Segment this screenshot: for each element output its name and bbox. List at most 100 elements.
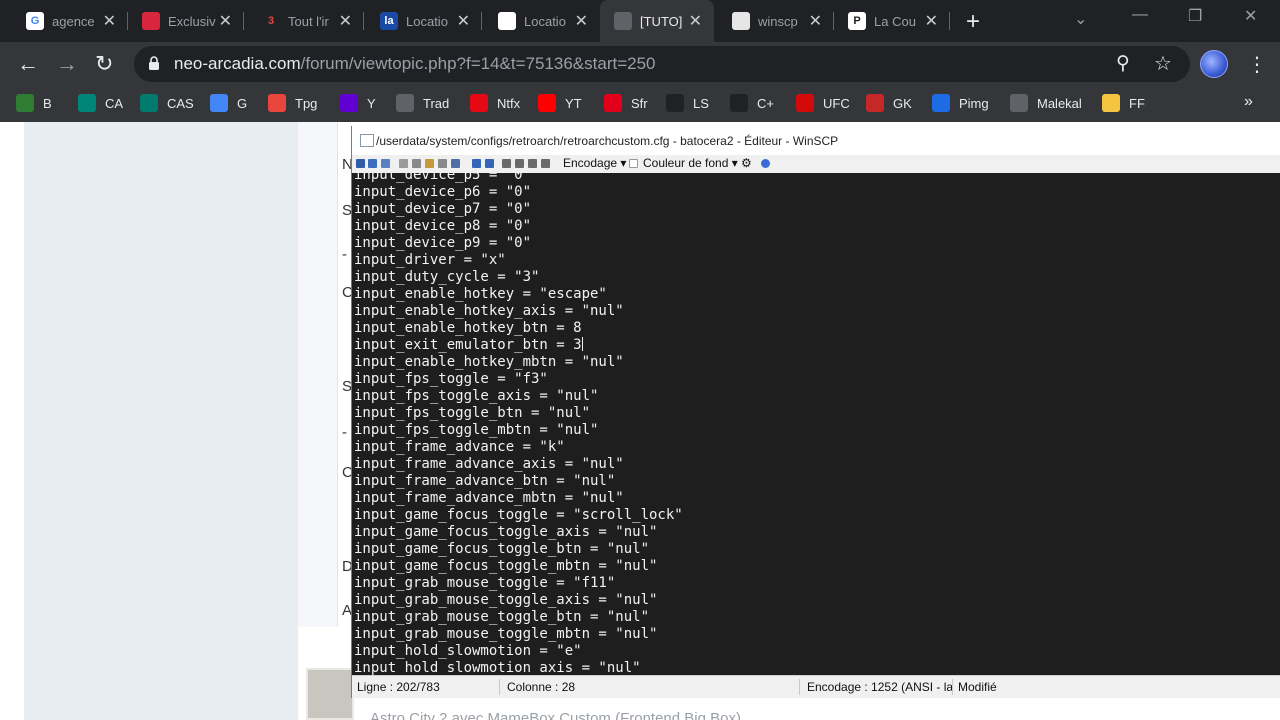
find-icon[interactable]	[502, 159, 511, 168]
editor-line[interactable]: input_grab_mouse_toggle_mbtn = "nul"	[354, 626, 683, 643]
bookmark-item[interactable]: C+	[730, 94, 774, 112]
editor-line[interactable]: input_game_focus_toggle_mbtn = "nul"	[354, 558, 683, 575]
bookmark-item[interactable]: G	[210, 94, 247, 112]
tab-close-icon[interactable]: ✕	[809, 11, 822, 31]
browser-tab[interactable]: 3 Tout l'ir ✕	[248, 0, 364, 42]
bookmark-item[interactable]: Pimg	[932, 94, 989, 112]
editor-line[interactable]: input_hold_slowmotion = "e"	[354, 643, 683, 660]
bookmark-star-icon[interactable]: ☆	[1154, 51, 1172, 76]
editor-line[interactable]: input_enable_hotkey_axis = "nul"	[354, 303, 683, 320]
cut-icon[interactable]	[399, 159, 408, 168]
help-icon[interactable]	[761, 159, 770, 168]
bookmark-item[interactable]: Malekal	[1010, 94, 1082, 112]
background-color-menu[interactable]: Couleur de fond ▾	[643, 156, 738, 170]
replace-icon[interactable]	[515, 159, 524, 168]
menu-kebab-icon[interactable]: ⋮	[1247, 52, 1267, 77]
url-text[interactable]: neo-arcadia.com/forum/viewtopic.php?f=14…	[174, 54, 656, 74]
editor-line[interactable]: input_frame_advance_axis = "nul"	[354, 456, 683, 473]
bookmark-item[interactable]: Trad	[396, 94, 449, 112]
browser-tab[interactable]: la Locatio ✕	[366, 0, 482, 42]
close-window-icon[interactable]: ✕	[1244, 6, 1257, 26]
restore-icon[interactable]: ❐	[1188, 6, 1202, 26]
editor-line[interactable]: input_device_p9 = "0"	[354, 235, 683, 252]
editor-line[interactable]: input_enable_hotkey = "escape"	[354, 286, 683, 303]
editor-line[interactable]: input_device_p7 = "0"	[354, 201, 683, 218]
editor-line[interactable]: input_fps_toggle_btn = "nul"	[354, 405, 683, 422]
zoom-icon[interactable]: ⚲	[1116, 52, 1130, 75]
editor-line[interactable]: input_frame_advance_btn = "nul"	[354, 473, 683, 490]
tab-search-icon[interactable]: ⌄	[1074, 9, 1087, 29]
editor-line[interactable]: input_driver = "x"	[354, 252, 683, 269]
post-title-partial[interactable]: Astro City 2 avec MameBox Custom (Fronte…	[370, 710, 741, 720]
bookmark-item[interactable]: Tpg	[268, 94, 317, 112]
browser-tab[interactable]: P La Cou ✕	[834, 0, 950, 42]
bookmark-item[interactable]: Y	[340, 94, 376, 112]
tab-close-icon[interactable]: ✕	[575, 11, 588, 31]
bookmark-item[interactable]: FF	[1102, 94, 1145, 112]
back-icon[interactable]: ←	[17, 51, 39, 77]
tab-close-icon[interactable]: ✕	[103, 11, 116, 31]
tab-close-icon[interactable]: ✕	[925, 11, 938, 31]
background-color-icon[interactable]	[629, 159, 638, 168]
bookmark-item[interactable]: YT	[538, 94, 582, 112]
editor-line[interactable]: input_game_focus_toggle = "scroll_lock"	[354, 507, 683, 524]
minimize-icon[interactable]: —	[1132, 6, 1148, 24]
editor-line[interactable]: input_enable_hotkey_btn = 8	[354, 320, 683, 337]
editor-line[interactable]: input_frame_advance_mbtn = "nul"	[354, 490, 683, 507]
browser-tab[interactable]: winscp ✕	[718, 0, 834, 42]
tab-close-icon[interactable]: ✕	[689, 11, 702, 31]
tab-close-icon[interactable]: ✕	[219, 11, 232, 31]
reload-file-icon[interactable]	[381, 159, 390, 168]
editor-line[interactable]: input_fps_toggle = "f3"	[354, 371, 683, 388]
bookmark-item[interactable]: GK	[866, 94, 912, 112]
goto-line-icon[interactable]	[541, 159, 550, 168]
paste-icon[interactable]	[425, 159, 434, 168]
bookmark-item[interactable]: Sfr	[604, 94, 648, 112]
redo-icon[interactable]	[485, 159, 494, 168]
editor-line[interactable]: input_grab_mouse_toggle_axis = "nul"	[354, 592, 683, 609]
editor-line[interactable]: input_duty_cycle = "3"	[354, 269, 683, 286]
select-all-icon[interactable]	[451, 159, 460, 168]
editor-line[interactable]: input_hold_slowmotion_axis = "nul"	[354, 660, 683, 675]
editor-line[interactable]: input_exit_emulator_btn = 3	[354, 337, 683, 354]
copy-icon[interactable]	[412, 159, 421, 168]
find-next-icon[interactable]	[528, 159, 537, 168]
editor-line[interactable]: input_fps_toggle_axis = "nul"	[354, 388, 683, 405]
undo-icon[interactable]	[472, 159, 481, 168]
address-bar[interactable]: neo-arcadia.com/forum/viewtopic.php?f=14…	[134, 46, 1190, 82]
post-thumbnail[interactable]	[306, 668, 354, 720]
new-tab-button[interactable]: +	[966, 8, 980, 36]
tab-close-icon[interactable]: ✕	[339, 11, 352, 31]
bookmark-item[interactable]: Ntfx	[470, 94, 520, 112]
bookmarks-overflow-icon[interactable]: »	[1244, 93, 1253, 111]
editor-line[interactable]: input_frame_advance = "k"	[354, 439, 683, 456]
editor-line[interactable]: input_device_p5 = "0"	[354, 173, 683, 184]
tab-close-icon[interactable]: ✕	[457, 11, 470, 31]
bookmark-item[interactable]: UFC	[796, 94, 850, 112]
bookmark-item[interactable]: B	[16, 94, 52, 112]
lock-icon[interactable]	[148, 56, 160, 70]
profile-avatar[interactable]	[1200, 50, 1228, 78]
editor-line[interactable]: input_grab_mouse_toggle_btn = "nul"	[354, 609, 683, 626]
browser-tab[interactable]: Gagence ✕	[12, 0, 128, 42]
editor-line[interactable]: input_grab_mouse_toggle = "f11"	[354, 575, 683, 592]
save-icon[interactable]	[356, 159, 365, 168]
editor-text-area[interactable]: input_device_p5 = "0" input_device_p6 = "…	[352, 173, 1280, 675]
editor-line[interactable]: input_device_p6 = "0"	[354, 184, 683, 201]
forward-icon[interactable]: →	[56, 51, 78, 77]
editor-line[interactable]: input_enable_hotkey_mbtn = "nul"	[354, 354, 683, 371]
bookmark-item[interactable]: LS	[666, 94, 709, 112]
editor-line[interactable]: input_fps_toggle_mbtn = "nul"	[354, 422, 683, 439]
save-all-icon[interactable]	[368, 159, 377, 168]
editor-line[interactable]: input_game_focus_toggle_axis = "nul"	[354, 524, 683, 541]
browser-tab[interactable]: Locatio ✕	[484, 0, 600, 42]
bookmark-item[interactable]: CAS	[140, 94, 194, 112]
browser-tab[interactable]: Exclusiv ✕	[128, 0, 244, 42]
editor-line[interactable]: input_device_p8 = "0"	[354, 218, 683, 235]
settings-gear-icon[interactable]: ⚙	[741, 156, 752, 170]
bookmark-item[interactable]: CA	[78, 94, 123, 112]
reload-icon[interactable]: ↻	[95, 51, 113, 77]
editor-line[interactable]: input_game_focus_toggle_btn = "nul"	[354, 541, 683, 558]
editor-lines[interactable]: input_device_p5 = "0" input_device_p6 = "…	[354, 173, 683, 675]
delete-icon[interactable]	[438, 159, 447, 168]
